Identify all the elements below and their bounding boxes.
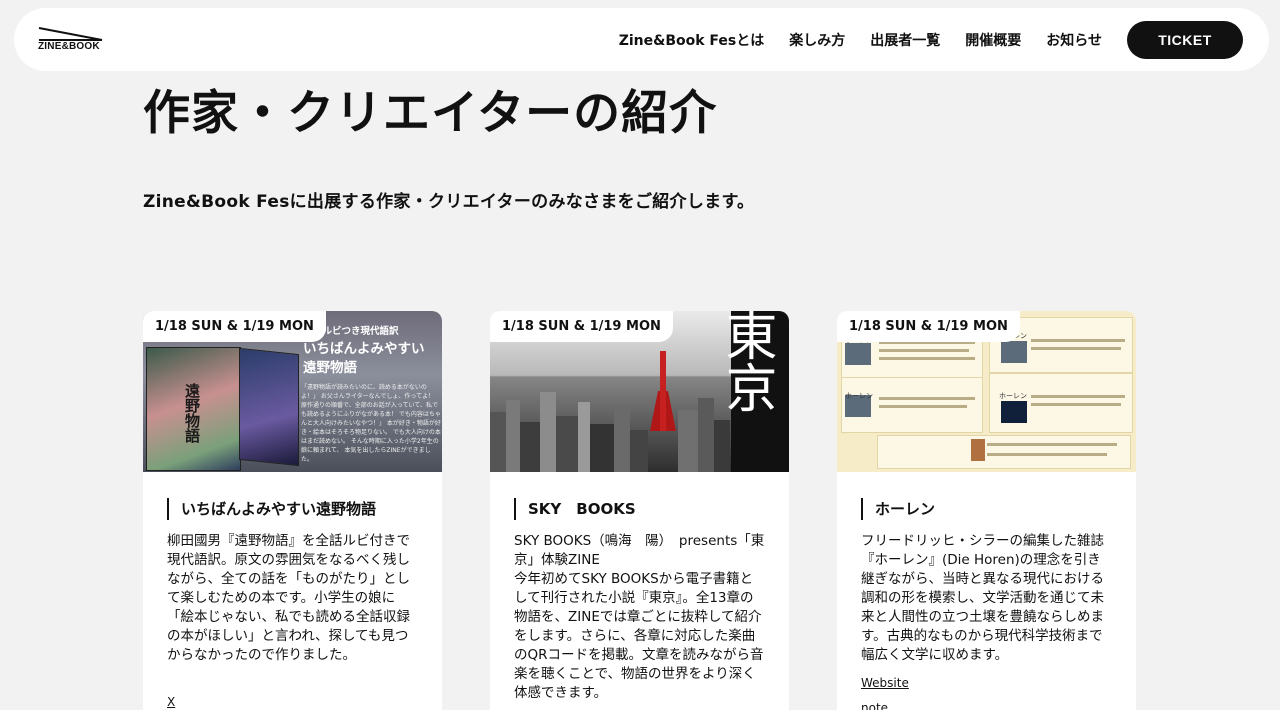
image-thumb xyxy=(1001,401,1027,423)
image-text-line xyxy=(1031,395,1125,398)
nav-item-about[interactable]: Zine&Book Fesとは xyxy=(619,30,765,50)
date-tag: 1/18 SUN & 1/19 MON xyxy=(490,311,673,342)
image-thumb xyxy=(1001,341,1027,363)
image-overlay-title: いちばんよみやすい 遠野物語 xyxy=(303,340,425,378)
card-description: フリードリッヒ・シラーの編集した雑誌『ホーレン』(Die Horen)の理念を引… xyxy=(861,533,1104,663)
image-text-line xyxy=(987,443,1117,446)
nav-item-event-info[interactable]: 開催概要 xyxy=(965,30,1021,50)
logo-mark-icon xyxy=(38,27,103,41)
page-intro: Zine&Book Fesに出展する作家・クリエイターのみなさまをご紹介します。 xyxy=(143,192,755,212)
image-vertical-title: 東京 xyxy=(716,311,776,413)
image-overlay-title-line2: 遠野物語 xyxy=(303,360,357,376)
image-thumb xyxy=(845,343,871,365)
nav-item-news[interactable]: お知らせ xyxy=(1046,30,1102,50)
image-thumb xyxy=(971,439,985,461)
image-text-line xyxy=(879,357,975,360)
image-label: ホーレン xyxy=(999,392,1027,400)
ticket-button[interactable]: TICKET xyxy=(1127,20,1243,59)
image-text-line xyxy=(1031,339,1125,342)
card-title: SKY BOOKS xyxy=(514,498,636,520)
creator-card-sky-books[interactable]: 東京 1/18 SUN & 1/19 MON SKY BOOKS SKY BOO… xyxy=(490,311,789,710)
card-description: 柳田國男『遠野物語』を全話ルビ付きで現代語訳。原文の雰囲気をなるべく残しながら、… xyxy=(167,533,410,663)
logo-text: ZINE&BOOK xyxy=(38,41,100,52)
main-nav: Zine&Book Fesとは 楽しみ方 出展者一覧 開催概要 お知らせ TIC… xyxy=(594,20,1243,59)
nav-item-exhibitors[interactable]: 出展者一覧 xyxy=(870,30,940,50)
image-overlay-title-line1: いちばんよみやすい xyxy=(303,341,425,357)
creator-card-horen[interactable]: ホーレン ホーレン ホーレン ホーレン 1/18 SUN & 1/19 MON … xyxy=(837,311,1136,710)
page-title: 作家・クリエイターの紹介 xyxy=(143,86,718,141)
site-header: ZINE&BOOK Zine&Book Fesとは 楽しみ方 出展者一覧 開催概… xyxy=(14,8,1269,71)
image-text-line xyxy=(1031,403,1121,406)
image-text-line xyxy=(879,405,967,408)
book-cover-title: 遠野物語 xyxy=(183,383,201,443)
creator-card-tono[interactable]: 遠野物語 話ルビつき現代語訳 いちばんよみやすい 遠野物語 「遠野物語が読みたい… xyxy=(143,311,442,710)
image-overlay-text: 「遠野物語が読みたいのに、読める本がないのよ！」 お父さんライターなんでしょ、作… xyxy=(301,384,441,463)
date-tag: 1/18 SUN & 1/19 MON xyxy=(837,311,1020,342)
image-text-line xyxy=(879,349,969,352)
image-text-line xyxy=(987,453,1107,456)
card-title: ホーレン xyxy=(861,498,935,520)
city-skyline-image xyxy=(490,392,730,472)
book-back-image xyxy=(239,347,299,467)
note-link[interactable]: note xyxy=(861,701,888,710)
website-link[interactable]: Website xyxy=(861,676,909,690)
card-title: いちばんよみやすい遠野物語 xyxy=(167,498,376,520)
image-label: ホーレン xyxy=(845,392,873,400)
image-text-line xyxy=(879,397,975,400)
date-tag: 1/18 SUN & 1/19 MON xyxy=(143,311,326,342)
image-text-line xyxy=(1031,347,1121,350)
tokyo-tower-image xyxy=(660,351,666,431)
card-description: SKY BOOKS（鳴海 陽） presents「東京」体験ZINE 今年初めて… xyxy=(514,533,765,701)
image-panel xyxy=(877,435,1131,469)
x-link[interactable]: X xyxy=(167,695,175,709)
nav-item-how-to-enjoy[interactable]: 楽しみ方 xyxy=(789,30,845,50)
site-logo[interactable]: ZINE&BOOK xyxy=(38,27,104,52)
